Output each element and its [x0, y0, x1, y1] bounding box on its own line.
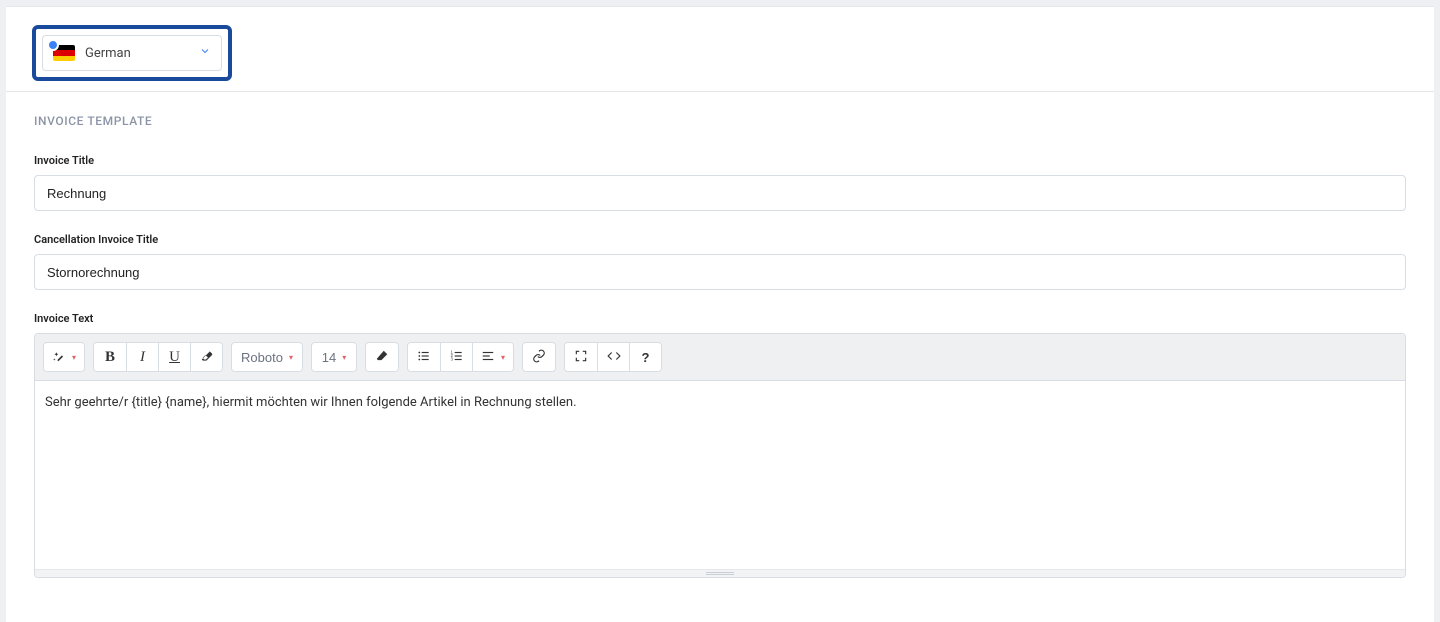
- svg-text:3: 3: [450, 356, 453, 361]
- unordered-list-button[interactable]: [408, 343, 440, 371]
- caret-down-icon: ▾: [501, 353, 505, 362]
- language-label: German: [85, 46, 131, 61]
- section-title: INVOICE TEMPLATE: [34, 114, 1406, 128]
- editor-toolbar: ▾ B I U: [35, 334, 1405, 381]
- font-family-select[interactable]: Roboto ▾: [232, 343, 302, 371]
- field-cancel-invoice-title: Cancellation Invoice Title: [34, 233, 1406, 290]
- invoice-title-label: Invoice Title: [34, 154, 1406, 167]
- bold-button[interactable]: B: [94, 343, 126, 371]
- underline-button[interactable]: U: [158, 343, 190, 371]
- link-button[interactable]: [523, 343, 555, 371]
- caret-down-icon: ▾: [289, 353, 293, 362]
- fullscreen-button[interactable]: [565, 343, 597, 371]
- magic-wand-icon: [52, 349, 66, 366]
- eraser-icon: [200, 349, 214, 366]
- list-ul-icon: [417, 349, 431, 366]
- drag-handle-icon: [706, 572, 734, 575]
- page: German INVOICE TEMPLATE Invoice Title Ca…: [6, 6, 1434, 622]
- italic-button[interactable]: I: [126, 343, 158, 371]
- content: INVOICE TEMPLATE Invoice Title Cancellat…: [6, 92, 1434, 622]
- invoice-text-editor[interactable]: Sehr geehrte/r {title} {name}, hiermit m…: [35, 381, 1405, 569]
- language-row: German: [6, 7, 1434, 92]
- invoice-text-label: Invoice Text: [34, 312, 1406, 325]
- language-select[interactable]: German: [42, 35, 222, 71]
- font-size-select[interactable]: 14 ▾: [312, 343, 356, 371]
- clear-format-button[interactable]: [190, 343, 222, 371]
- rich-text-editor: ▾ B I U: [34, 333, 1406, 578]
- editor-resize-bar[interactable]: [35, 569, 1405, 577]
- cancel-invoice-title-label: Cancellation Invoice Title: [34, 233, 1406, 246]
- cancel-invoice-title-input[interactable]: [34, 254, 1406, 290]
- code-icon: [607, 349, 621, 366]
- eraser-solid-icon: [375, 349, 389, 366]
- link-icon: [532, 349, 546, 366]
- remove-style-button[interactable]: [366, 343, 398, 371]
- magic-button[interactable]: ▾: [44, 343, 84, 371]
- field-invoice-title: Invoice Title: [34, 154, 1406, 211]
- list-ol-icon: 123: [450, 349, 464, 366]
- caret-down-icon: ▾: [72, 353, 76, 362]
- chevron-down-icon: [199, 45, 211, 61]
- ordered-list-button[interactable]: 123: [440, 343, 472, 371]
- paragraph-align-button[interactable]: ▾: [472, 343, 513, 371]
- invoice-title-input[interactable]: [34, 175, 1406, 211]
- flag-germany-icon: [53, 45, 75, 61]
- language-highlight-box: German: [32, 25, 232, 81]
- caret-down-icon: ▾: [342, 353, 346, 362]
- font-family-label: Roboto: [241, 350, 283, 365]
- font-size-label: 14: [322, 350, 336, 365]
- help-icon: ?: [642, 350, 650, 365]
- code-view-button[interactable]: [597, 343, 629, 371]
- fullscreen-icon: [574, 349, 588, 366]
- field-invoice-text: Invoice Text ▾ B I U: [34, 312, 1406, 578]
- align-icon: [481, 349, 495, 366]
- help-button[interactable]: ?: [629, 343, 661, 371]
